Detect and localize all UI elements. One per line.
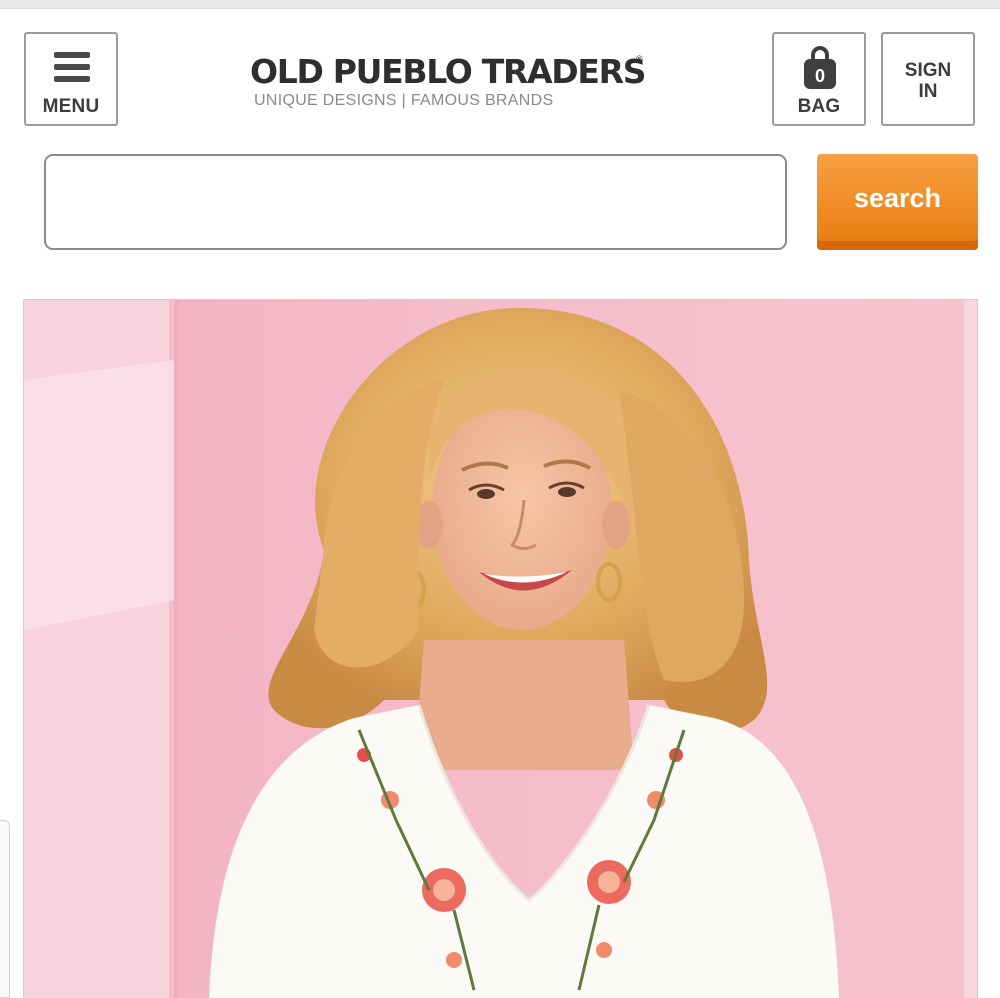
shopping-bag-icon: 0 bbox=[803, 46, 837, 90]
hamburger-icon bbox=[54, 52, 90, 82]
search-button[interactable]: search bbox=[817, 154, 978, 250]
hero-banner-image[interactable] bbox=[23, 299, 978, 998]
menu-label: MENU bbox=[42, 96, 100, 117]
site-header: MENU OLD PUEBLO TRADERS ® UNIQUE DESIGNS… bbox=[0, 0, 1000, 140]
site-logo[interactable]: OLD PUEBLO TRADERS ® UNIQUE DESIGNS | FA… bbox=[250, 52, 650, 116]
registered-mark: ® bbox=[636, 54, 643, 64]
bag-button[interactable]: 0 BAG bbox=[772, 32, 866, 126]
sign-in-label: SIGN IN bbox=[883, 60, 973, 102]
logo-title: OLD PUEBLO TRADERS bbox=[250, 52, 647, 91]
bag-count: 0 bbox=[814, 66, 825, 86]
bag-label: BAG bbox=[797, 96, 841, 117]
menu-button[interactable]: MENU bbox=[24, 32, 118, 126]
search-input[interactable] bbox=[44, 154, 787, 250]
logo-tagline: UNIQUE DESIGNS | FAMOUS BRANDS bbox=[254, 92, 554, 109]
sign-in-line-2: IN bbox=[918, 81, 938, 102]
sign-in-line-1: SIGN bbox=[904, 60, 952, 81]
sign-in-button[interactable]: SIGN IN bbox=[881, 32, 975, 126]
hero-photo bbox=[24, 300, 977, 998]
side-feedback-tab[interactable] bbox=[0, 820, 10, 998]
